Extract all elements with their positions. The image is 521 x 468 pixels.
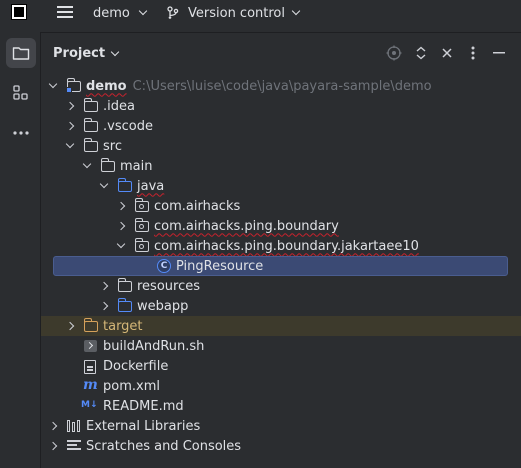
folder-icon [100,158,116,174]
shell-script-icon [83,338,99,354]
tree-node-label: java [137,178,165,194]
expand-arrow-icon[interactable] [63,136,77,156]
project-switcher-label: demo [93,5,130,21]
tree-node-label: webapp [137,298,189,314]
options-kebab-icon[interactable] [465,45,481,61]
tree-node-label: PingResource [176,258,264,274]
structure-icon [13,85,28,100]
library-icon [66,418,82,434]
excluded-folder-icon [83,318,99,334]
project-path: C:\Users\luise\code\java\payara-sample\d… [132,78,432,94]
collapsed-arrow-icon[interactable] [63,116,77,136]
tree-node-src[interactable]: src [41,136,521,156]
tree-node-label: Scratches and Consoles [86,438,242,454]
resources-folder-icon [117,278,133,294]
tree-node-idea[interactable]: .idea [41,96,521,116]
tree-node-vscode[interactable]: .vscode [41,116,521,136]
tree-node-main[interactable]: main [41,156,521,176]
collapsed-arrow-icon[interactable] [114,216,128,236]
markdown-icon: M↓ [81,400,98,410]
folder-icon [83,118,99,134]
more-horizontal-icon [13,131,29,135]
panel-title: Project [53,46,106,61]
structure-tool-button[interactable] [6,78,36,108]
version-control-menu[interactable]: Version control [166,4,301,22]
tree-node-webapp[interactable]: webapp [41,296,521,316]
expand-arrow-icon[interactable] [114,236,128,256]
tree-node-resources[interactable]: resources [41,276,521,296]
title-bar: demo Version control [0,0,521,26]
tree-node-label: main [120,158,153,174]
tree-node-file[interactable]: Dockerfile [41,356,521,376]
tree-node-package[interactable]: com.airhacks.ping.boundary [41,216,521,236]
project-tool-button[interactable] [6,38,36,68]
collapsed-arrow-icon[interactable] [114,196,128,216]
collapsed-arrow-icon[interactable] [63,96,77,116]
tree-node-file[interactable]: buildAndRun.sh [41,336,521,356]
tree-node-label: buildAndRun.sh [103,338,205,354]
tree-node-demo[interactable]: demo C:\Users\luise\code\java\payara-sam… [41,76,521,96]
locate-file-icon[interactable] [386,45,402,61]
tree-node-file[interactable]: M↓ README.md [41,396,521,416]
tree-node-label: pom.xml [103,378,160,394]
tree-node-scratches[interactable]: Scratches and Consoles [41,436,521,456]
intellij-logo-icon[interactable] [11,4,27,20]
main-menu-icon[interactable] [57,6,73,18]
collapsed-arrow-icon[interactable] [46,436,60,456]
maven-icon: m [83,377,98,393]
collapsed-arrow-icon[interactable] [97,276,111,296]
tree-node-external-libraries[interactable]: External Libraries [41,416,521,436]
tree-node-label: src [103,138,122,154]
project-panel-header: Project [41,33,521,75]
project-panel: Project demo C:\Users\luise\code\java\pa… [41,32,521,468]
collapse-all-icon[interactable] [439,45,455,61]
collapsed-arrow-icon[interactable] [63,316,77,336]
tree-node-label: .idea [103,98,135,114]
tree-node-file[interactable]: m pom.xml [41,376,521,396]
expand-arrow-icon[interactable] [97,176,111,196]
collapsed-arrow-icon[interactable] [46,416,60,436]
package-icon [134,198,150,214]
more-tools-button[interactable] [6,118,36,148]
scratches-icon [66,438,82,454]
expand-arrow-icon[interactable] [46,76,60,96]
tree-node-label: resources [137,278,201,294]
collapsed-arrow-icon[interactable] [97,296,111,316]
chevron-down-icon [110,47,120,56]
project-view-selector[interactable]: Project [53,46,120,61]
tool-window-strip [0,32,41,468]
tree-node-label: com.airhacks.ping.boundary [154,218,339,234]
chevron-down-icon [138,6,148,16]
tree-node-label: com.airhacks [154,198,241,214]
module-folder-icon [66,78,82,94]
tree-node-package[interactable]: com.airhacks [41,196,521,216]
tree-node-label: com.airhacks.ping.boundary.jakartaee10 [154,238,419,254]
minimize-icon[interactable] [491,45,507,61]
folder-icon [83,138,99,154]
package-icon [134,238,150,254]
source-folder-icon [117,178,133,194]
project-switcher[interactable]: demo [93,4,148,22]
tree-node-label: demo [86,78,127,94]
tree-node-target[interactable]: target [41,316,521,336]
folder-icon [12,47,30,60]
branch-icon [167,6,179,19]
tree-node-class-selected[interactable]: C PingResource [53,256,508,276]
expand-arrow-icon[interactable] [80,156,94,176]
tree-node-label: Dockerfile [103,358,169,374]
tree-node-label: .vscode [103,118,153,134]
chevron-down-icon [291,6,301,16]
dockerfile-icon [83,358,99,374]
web-folder-icon [117,298,133,314]
java-class-icon: C [156,258,172,274]
tree-node-label: target [103,318,143,334]
tree-node-package[interactable]: com.airhacks.ping.boundary.jakartaee10 [41,236,521,256]
tree-node-java[interactable]: java [41,176,521,196]
folder-icon [83,98,99,114]
tree-node-label: External Libraries [86,418,201,434]
package-icon [134,218,150,234]
expand-collapse-icon[interactable] [413,45,429,61]
version-control-label: Version control [188,5,285,21]
tree-node-label: README.md [103,398,184,414]
